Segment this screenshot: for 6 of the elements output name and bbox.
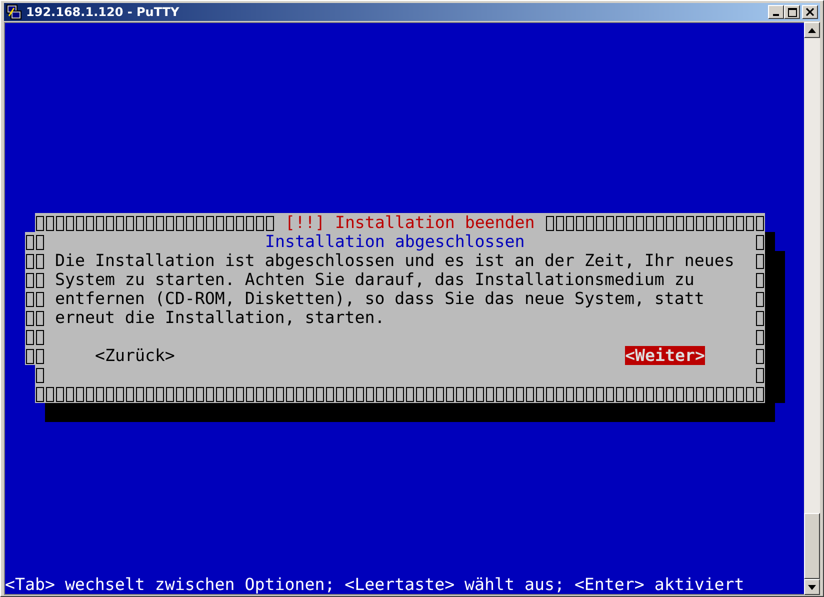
status-line: <Tab> wechselt zwischen Optionen; <Leertaste> wählt aus; <Enter> aktiviert — [5, 575, 746, 594]
dialog-title: [!!] Installation beenden — [285, 213, 535, 232]
dialog-heading: Installation abgeschlossen — [264, 232, 526, 251]
dialog-message: Die Installation ist abgeschlossen und es ist an der Zeit, Ihr neues System zu starten. Achten Sie darauf, das Installationsmedium zu entfernen (CD-ROM, Disketten), so dass Sie das neue System, statt erneut die Installation, starten. — [55, 251, 736, 327]
window-title: 192.168.1.120 - PuTTY — [26, 5, 180, 19]
dialog-button[interactable]: <Weiter> — [625, 346, 705, 365]
